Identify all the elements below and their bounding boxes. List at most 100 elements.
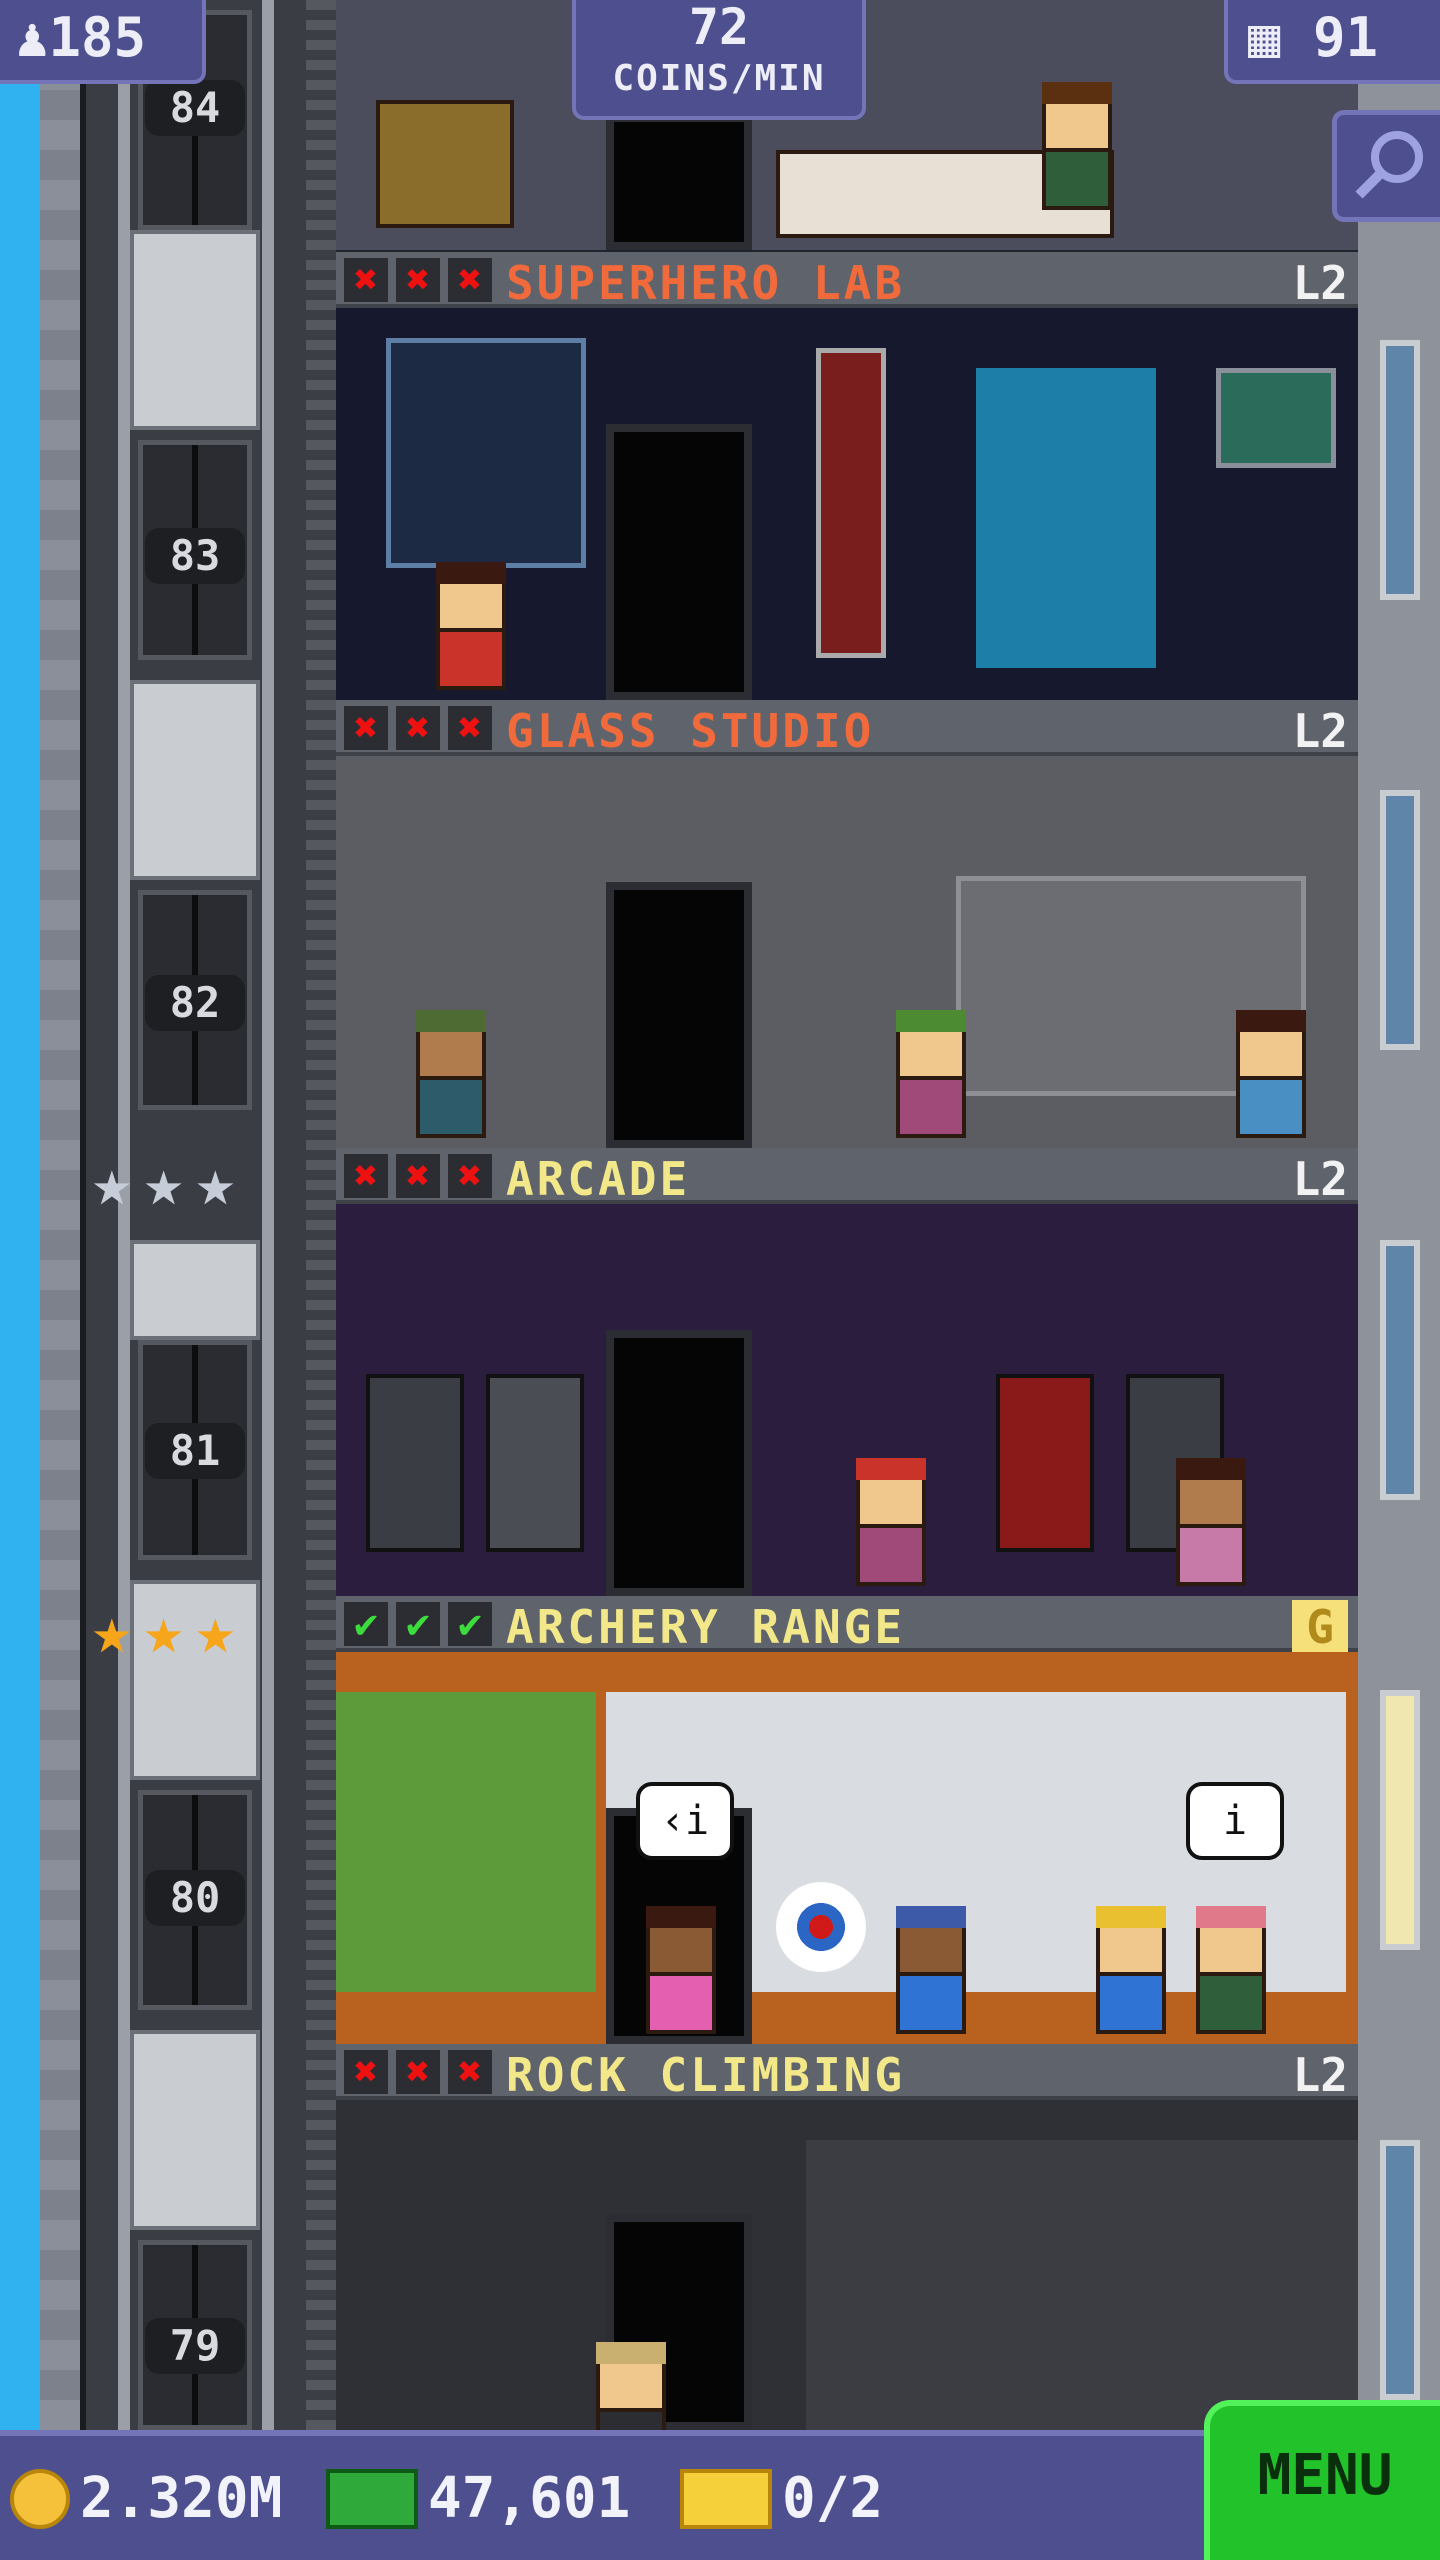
floor-label-bar[interactable]: ✖ ✖ ✖ ROCK CLIMBING L2 [336,2044,1358,2102]
doorway [606,114,752,250]
climbing-wall [806,2140,1358,2430]
bitizen[interactable] [856,1458,926,1586]
floor-count[interactable]: ▦ 91 [1224,0,1440,84]
floor-label-bar[interactable]: ✖ ✖ ✖ GLASS STUDIO L2 [336,700,1358,758]
doorway [606,424,752,700]
archery-target [776,1882,866,1972]
silver-stars: ★ ★ ★ [92,1150,235,1216]
x-mark-icon: ✖ [448,706,492,750]
green-wall [336,1692,596,1992]
check-mark-icon: ✔ [448,1602,492,1646]
x-mark-icon: ✖ [344,1154,388,1198]
coins-rate-unit: COINS/MIN [612,58,826,99]
floor-level-gold: G [1292,1600,1348,1654]
floor-name: GLASS STUDIO [506,704,875,758]
x-mark-icon: ✖ [448,2050,492,2094]
x-mark-icon: ✖ [344,258,388,302]
building-left-edge [40,0,80,2430]
dna-tube [816,348,886,658]
floor-level: L2 [1292,704,1348,758]
speech-bubble: i [1186,1782,1284,1860]
x-mark-icon: ✖ [396,706,440,750]
floor-name: ROCK CLIMBING [506,2048,906,2102]
floor-superhero-lab[interactable]: ✖ ✖ ✖ SUPERHERO LAB L2 [336,252,1358,700]
floor-arcade[interactable]: ✖ ✖ ✖ ARCADE L2 [336,1148,1358,1596]
bitizen[interactable] [896,1906,966,2034]
floor-number: 81 [145,1423,245,1479]
stock-marks: ✔ ✔ ✔ [344,1602,492,1646]
room-interior[interactable] [336,756,1358,1148]
building-icon: ▦ [1248,6,1281,69]
gold-star-icon: ★ [92,1592,132,1669]
population-counter[interactable]: ♟185 [0,0,206,84]
magnifier-icon [1355,131,1423,199]
coins-value: 2.320M [80,2466,283,2531]
x-mark-icon: ✖ [448,1154,492,1198]
gold-star-icon: ★ [195,1592,236,1669]
gold-stars: ★ ★ ★ [92,1598,235,1664]
floor-name: ARCHERY RANGE [506,1600,906,1654]
floor-label-bar[interactable]: ✖ ✖ ✖ ARCADE L2 [336,1148,1358,1206]
menu-button[interactable]: MENU [1204,2400,1440,2560]
coin-icon [10,2468,70,2529]
x-mark-icon: ✖ [396,1154,440,1198]
ticket-icon [680,2468,772,2529]
bitizen[interactable] [1236,1010,1306,1138]
silver-star-icon: ★ [143,1144,184,1221]
floor-number: 80 [145,1870,245,1926]
stairwell [306,0,336,2430]
floor-number: 83 [145,528,245,584]
bitizen[interactable] [1042,82,1112,210]
silver-star-icon: ★ [195,1144,236,1221]
floor-name: SUPERHERO LAB [506,256,906,310]
bitizen[interactable] [416,1010,486,1138]
floor-label-bar[interactable]: ✔ ✔ ✔ ARCHERY RANGE G [336,1596,1358,1654]
bitizen[interactable] [896,1010,966,1138]
cauldron [376,100,514,228]
room-interior[interactable]: ‹i i [336,1652,1358,2044]
coins-display[interactable]: 2.320M [10,2466,282,2531]
arcade-cabinet [366,1374,464,1552]
room-interior[interactable] [336,1204,1358,1596]
search-button[interactable] [1332,110,1440,222]
window-lit [1380,1690,1420,1950]
blueprint-board [386,338,586,568]
bitizen[interactable] [596,2342,666,2430]
bux-display[interactable]: 47,601 [326,2466,630,2531]
shaft-segment [130,2030,260,2230]
bitizen[interactable] [1096,1906,1166,2034]
doorway [606,882,752,1148]
floor-level: L2 [1292,256,1348,310]
stock-marks: ✖ ✖ ✖ [344,706,492,750]
arcade-cabinet [486,1374,584,1552]
bitizen[interactable] [1196,1906,1266,2034]
shaft-segment [130,680,260,880]
bitizen[interactable] [1176,1458,1246,1586]
floor-level: L2 [1292,1152,1348,1206]
x-mark-icon: ✖ [344,706,388,750]
check-mark-icon: ✔ [396,1602,440,1646]
floor-glass-studio[interactable]: ✖ ✖ ✖ GLASS STUDIO L2 [336,700,1358,1148]
floor-rock-climbing[interactable]: ✖ ✖ ✖ ROCK CLIMBING L2 [336,2044,1358,2430]
gold-star-icon: ★ [143,1592,184,1669]
x-mark-icon: ✖ [448,258,492,302]
floor-label-bar[interactable]: ✖ ✖ ✖ SUPERHERO LAB L2 [336,252,1358,310]
tickets-display[interactable]: 0/2 [680,2466,883,2531]
floor-number: 79 [145,2318,245,2374]
bux-value: 47,601 [428,2466,631,2531]
silver-star-icon: ★ [92,1144,132,1221]
hologram-screen [976,368,1156,668]
bitizen[interactable] [436,562,506,690]
shaft-segment [130,1240,260,1340]
stock-marks: ✖ ✖ ✖ [344,258,492,302]
bitizen[interactable] [646,1906,716,2034]
shaft-rail-right [262,0,274,2430]
monitor [1216,368,1336,468]
x-mark-icon: ✖ [344,2050,388,2094]
floor-archery-range[interactable]: ✔ ✔ ✔ ARCHERY RANGE G ‹i i [336,1596,1358,2044]
floor-number: 82 [145,975,245,1031]
coins-rate-value: 72 [688,0,750,56]
x-mark-icon: ✖ [396,258,440,302]
room-interior[interactable] [336,308,1358,700]
room-interior[interactable] [336,2100,1358,2430]
